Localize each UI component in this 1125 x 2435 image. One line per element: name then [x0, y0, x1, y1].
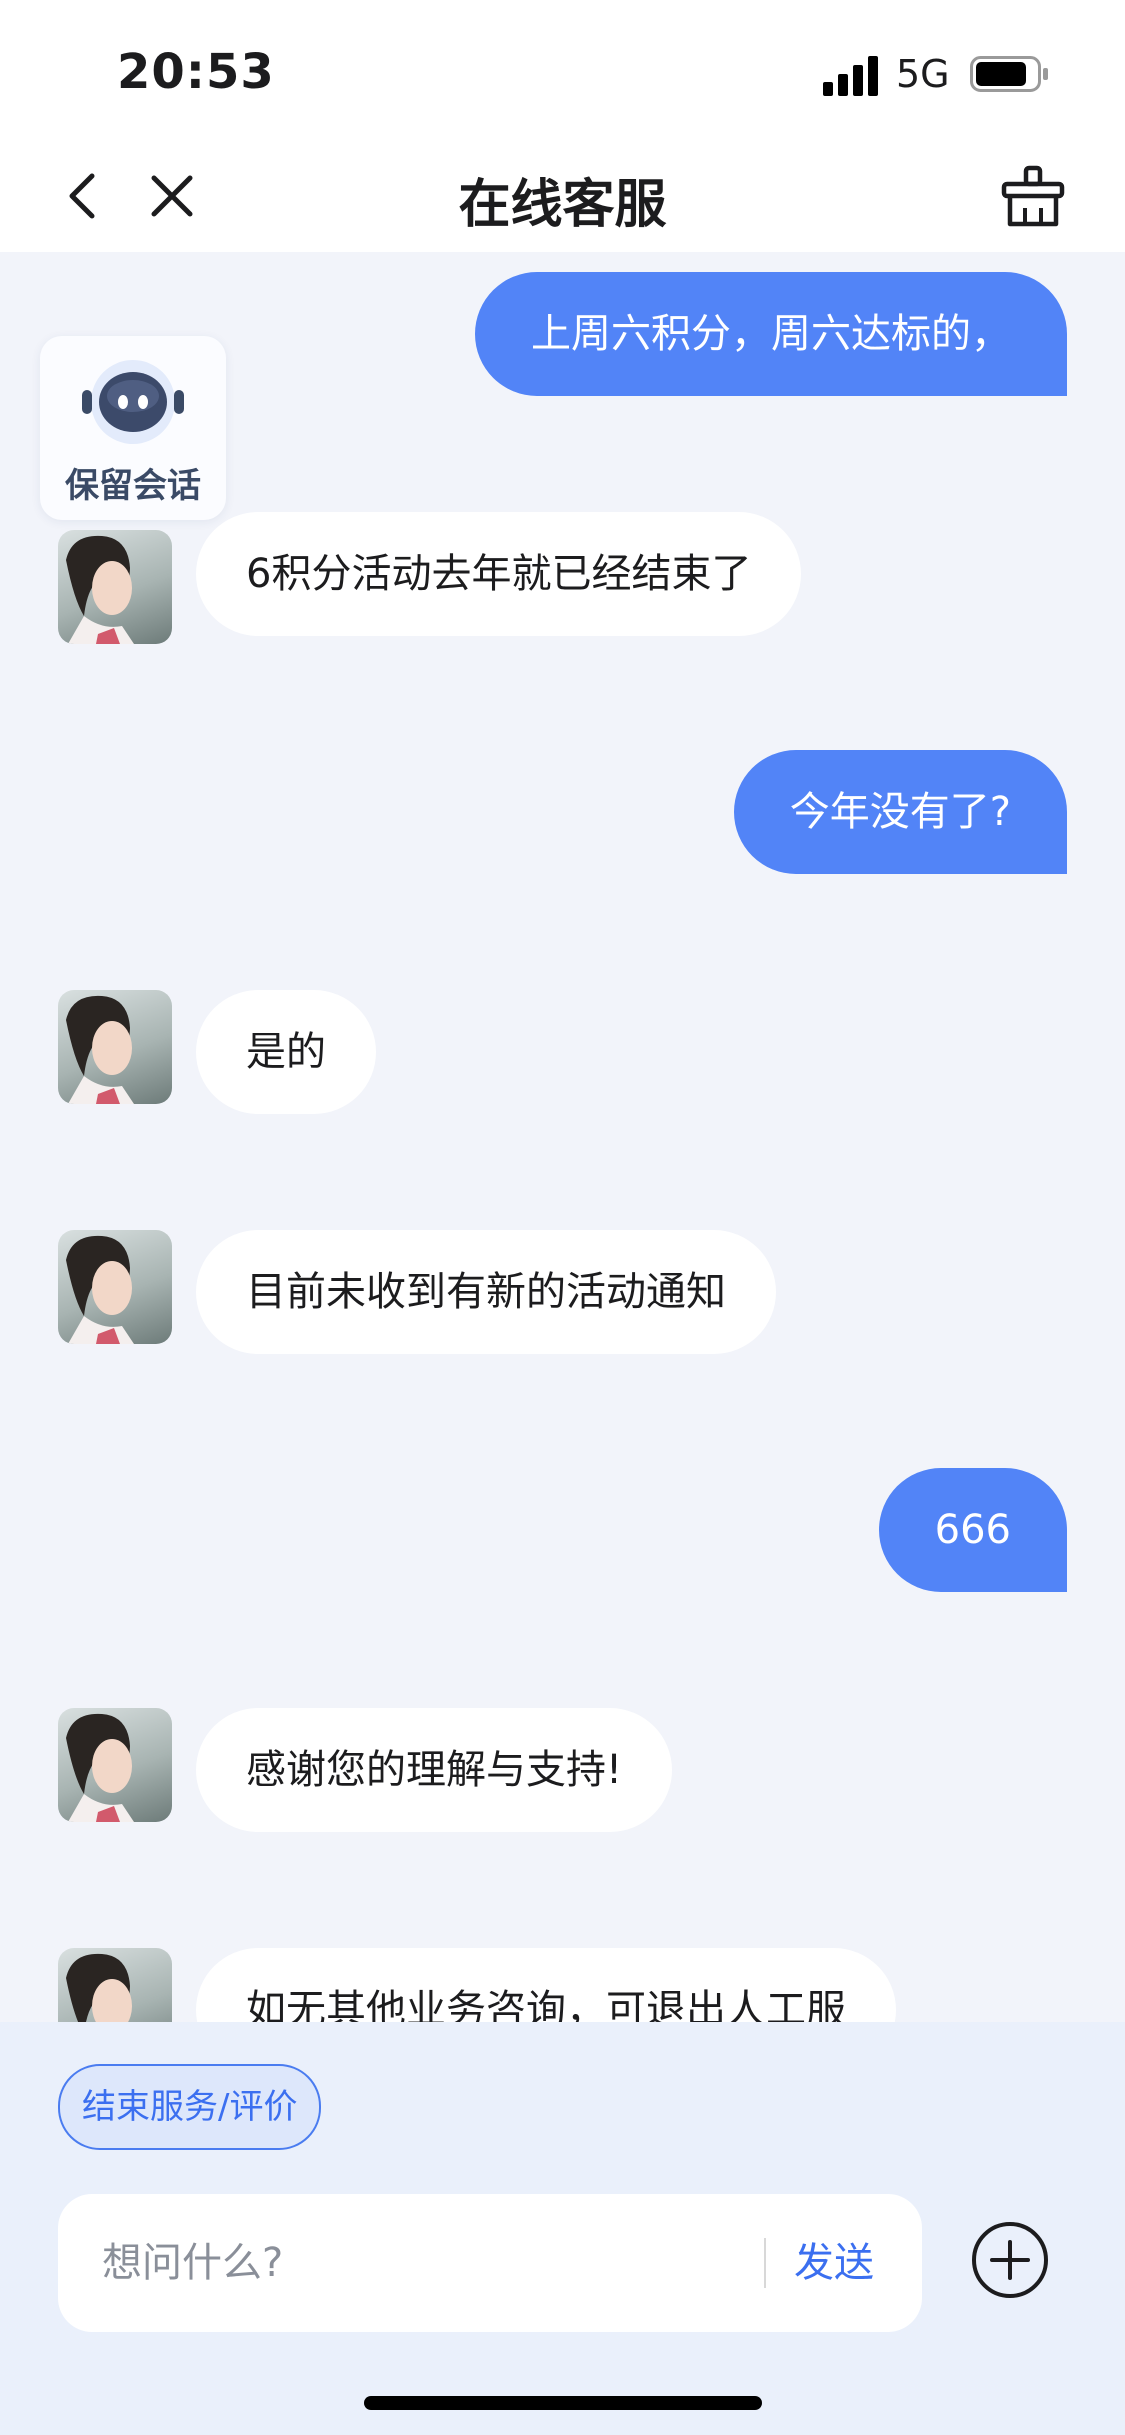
agent-message: 目前未收到有新的活动通知 [196, 1230, 776, 1354]
user-message: 今年没有了? [733, 750, 1067, 874]
agent-avatar [58, 1230, 172, 1344]
home-indicator[interactable] [364, 2396, 762, 2410]
nav-bar: 在线客服 [0, 140, 1125, 252]
agent-avatar [58, 530, 172, 644]
end-service-rate-button[interactable]: 结束服务/评价 [58, 2064, 322, 2150]
chat-area[interactable]: 上周六积分，周六达标的， 6积分活动去年就已经结束了 今年没有了? 是的 目前未… [0, 252, 1125, 2022]
agent-portrait-icon [66, 995, 134, 1104]
page-title: 在线客服 [458, 175, 667, 235]
message-input-box: 发送 [58, 2194, 922, 2332]
status-bar: 20:53 5G [0, 0, 1125, 140]
network-type: 5G [896, 52, 950, 96]
clear-chat-brush-icon[interactable] [1000, 164, 1066, 230]
keep-session-label: 保留会话 [65, 466, 201, 506]
agent-portrait-icon [66, 1953, 132, 2022]
user-message: 上周六积分，周六达标的， [475, 272, 1067, 396]
robot-icon [82, 360, 184, 444]
agent-message: 如无其他业务咨询，可退出人工服 [196, 1948, 896, 2022]
cellular-signal-icon [823, 56, 878, 96]
agent-message: 是的 [196, 990, 376, 1114]
agent-portrait-icon [66, 1713, 134, 1822]
user-message: 666 [878, 1468, 1067, 1592]
keep-session-button[interactable]: 保留会话 [40, 336, 226, 520]
agent-message: 6积分活动去年就已经结束了 [196, 512, 802, 636]
agent-message: 感谢您的理解与支持! [196, 1708, 673, 1832]
agent-portrait-icon [66, 1235, 134, 1344]
agent-avatar [58, 990, 172, 1104]
send-button[interactable]: 发送 [794, 2194, 874, 2332]
agent-avatar [58, 1708, 172, 1822]
plus-icon[interactable] [970, 2220, 1050, 2300]
status-time: 20:53 [117, 44, 275, 100]
composer-area: 结束服务/评价 发送 [0, 2022, 1125, 2435]
agent-avatar [58, 1948, 172, 2022]
input-divider [764, 2238, 766, 2288]
agent-portrait-icon [66, 535, 134, 644]
message-input[interactable] [102, 2194, 782, 2332]
battery-icon [970, 56, 1048, 92]
